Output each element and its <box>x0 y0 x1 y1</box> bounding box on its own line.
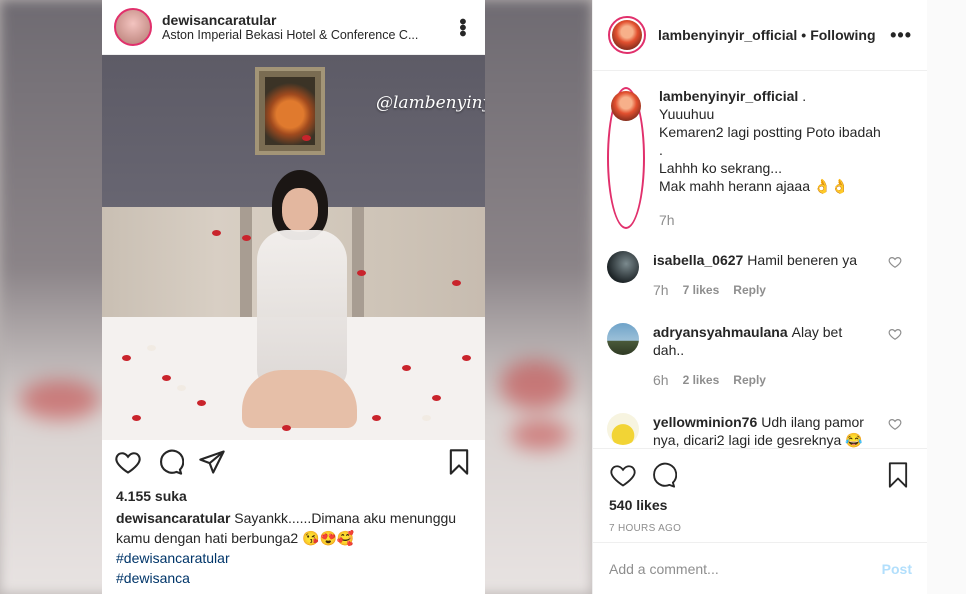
post-caption: lambenyinyir_official. Yuuuhuu Kemaren2 … <box>607 87 912 229</box>
caption-line: Mak mahh herann ajaaa 👌👌 <box>659 178 849 194</box>
reply-button[interactable]: Reply <box>733 281 766 299</box>
avatar <box>114 8 152 46</box>
comments-list[interactable]: lambenyinyir_official. Yuuuhuu Kemaren2 … <box>593 71 928 448</box>
more-options-icon[interactable]: ••• <box>890 25 912 46</box>
heart-icon <box>115 452 141 474</box>
comment-time[interactable]: 6h <box>653 371 669 389</box>
embedded-caption-user: dewisancaratular <box>116 510 231 526</box>
avatar-image <box>611 91 641 121</box>
post-media[interactable]: dewisancaratular Aston Imperial Bekasi H… <box>0 0 592 594</box>
bookmark-icon[interactable] <box>884 461 912 489</box>
embedded-like-count: 4.155 suka <box>116 488 187 504</box>
post-actions: 540 likes 7 HOURS AGO <box>593 448 928 542</box>
comment-username[interactable]: adryansyahmaulana <box>653 324 788 340</box>
watermark: @lambenyinyir_official <box>376 93 485 113</box>
caption-line: Yuuuhuu <box>659 106 715 122</box>
comment-item: yellowminion76 Udh ilang pamor nya, dicar… <box>607 413 912 448</box>
caption-line: Lahhh ko sekrang... <box>659 160 782 176</box>
commenter-avatar[interactable] <box>607 413 639 445</box>
comment-item: isabella_0627 Hamil beneren ya 7h 7 likes… <box>607 251 912 299</box>
post-button[interactable]: Post <box>882 561 912 577</box>
like-count[interactable]: 540 likes <box>609 497 912 513</box>
comment-like-count[interactable]: 7 likes <box>683 281 720 299</box>
bookmark-icon <box>449 449 469 475</box>
comment-item: adryansyahmaulana Alay bet dah.. 6h 2 lik… <box>607 323 912 389</box>
caption-username[interactable]: lambenyinyir_official <box>659 88 798 104</box>
heart-icon[interactable] <box>609 461 637 489</box>
comment-icon[interactable] <box>649 461 677 489</box>
comment-username[interactable]: isabella_0627 <box>653 252 743 268</box>
following-button[interactable]: Following <box>810 27 875 43</box>
author-avatar[interactable] <box>608 16 646 54</box>
wall-painting <box>255 67 325 155</box>
avatar-image <box>612 20 642 50</box>
author-avatar[interactable] <box>607 87 645 229</box>
comment-input[interactable] <box>609 560 882 577</box>
comment-like-icon[interactable] <box>888 255 902 269</box>
embedded-post-header: dewisancaratular Aston Imperial Bekasi H… <box>102 0 485 55</box>
caption-suffix: . <box>802 88 807 104</box>
more-icon: ••• <box>451 17 473 36</box>
comment-like-icon[interactable] <box>888 417 902 431</box>
hashtag: #dewisancaratular <box>116 550 230 566</box>
caption-line: Kemaren2 lagi postting Poto ibadah <box>659 124 881 140</box>
comment-username[interactable]: yellowminion76 <box>653 414 757 430</box>
caption-time[interactable]: 7h <box>659 211 675 229</box>
post-sidebar: lambenyinyir_official • Following ••• la… <box>592 0 928 594</box>
embedded-caption: dewisancaratular Sayankk......Dimana aku… <box>102 508 485 588</box>
page-gutter <box>927 0 966 594</box>
embedded-username: dewisancaratular <box>162 12 277 28</box>
hashtag: #dewisanca <box>116 570 190 586</box>
embedded-location: Aston Imperial Bekasi Hotel & Conference… <box>162 28 419 42</box>
commenter-avatar[interactable] <box>607 323 639 355</box>
commenter-avatar[interactable] <box>607 251 639 283</box>
share-icon <box>199 450 225 474</box>
author-username[interactable]: lambenyinyir_official <box>658 27 797 43</box>
comment-time[interactable]: 7h <box>653 281 669 299</box>
add-comment-bar: Post <box>593 542 928 594</box>
embedded-actions <box>102 440 485 484</box>
embedded-post-screenshot: dewisancaratular Aston Imperial Bekasi H… <box>102 0 485 594</box>
caption-line: . <box>659 142 663 158</box>
post-header: lambenyinyir_official • Following ••• <box>593 0 927 71</box>
reply-button[interactable]: Reply <box>733 371 766 389</box>
separator-dot: • <box>801 27 807 43</box>
post-timestamp[interactable]: 7 HOURS AGO <box>609 523 912 534</box>
comment-icon <box>160 449 184 475</box>
embedded-photo: @lambenyinyir_official <box>102 55 485 440</box>
comment-like-count[interactable]: 2 likes <box>683 371 720 389</box>
comment-like-icon[interactable] <box>888 327 902 341</box>
person <box>242 170 357 440</box>
comment-text: Hamil beneren ya <box>747 252 858 268</box>
